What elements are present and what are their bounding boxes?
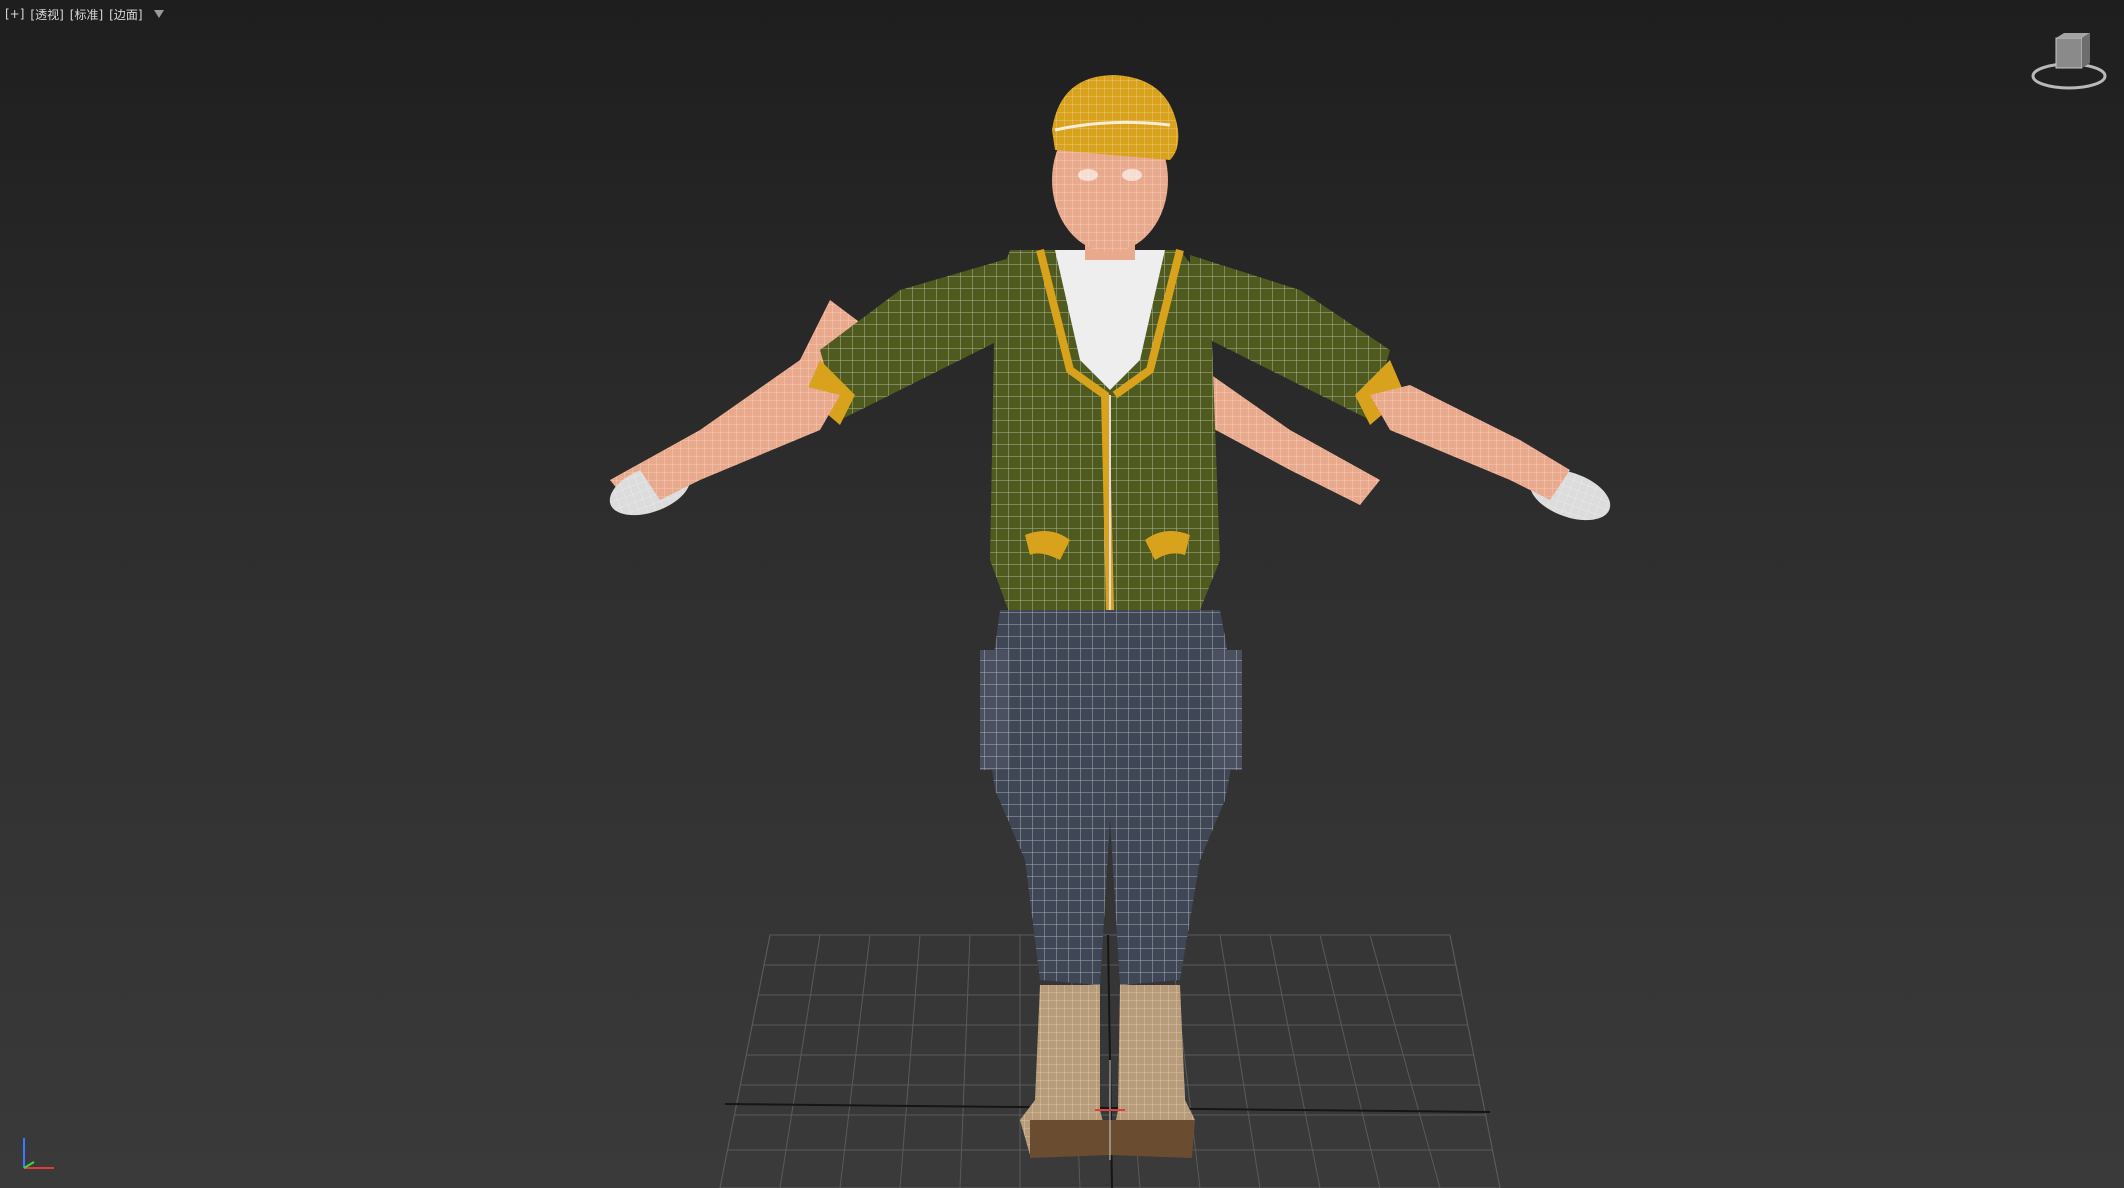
head	[1052, 75, 1179, 260]
character-model[interactable]	[603, 75, 1617, 1158]
axis-tripod-icon	[23, 1138, 54, 1169]
scene-canvas[interactable]	[0, 0, 2124, 1188]
perspective-viewport[interactable]: [+] [透视] [标准] [边面]	[0, 0, 2124, 1188]
viewcube-icon[interactable]	[2028, 32, 2110, 94]
jacket-torso	[990, 249, 1220, 615]
boots	[1020, 985, 1195, 1158]
pants	[980, 610, 1242, 985]
